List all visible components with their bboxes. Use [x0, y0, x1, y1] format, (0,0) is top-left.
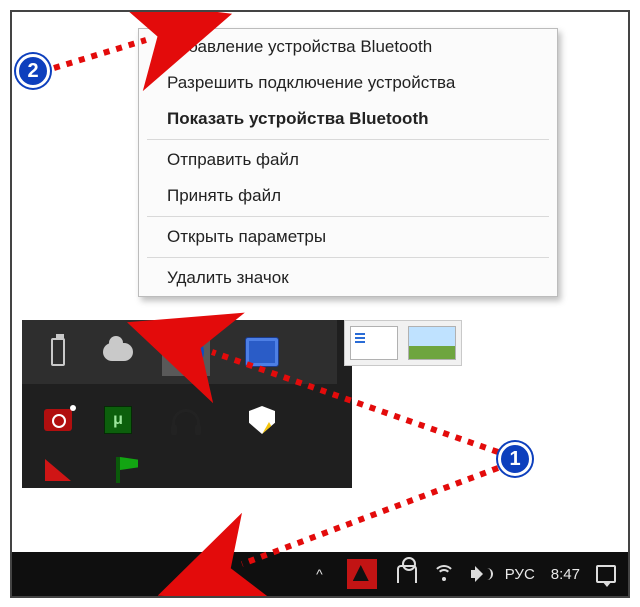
menu-allow-connection[interactable]: Разрешить подключение устройства [139, 65, 557, 101]
headphones-icon [172, 409, 200, 431]
annotation-badge-2: 2 [16, 54, 50, 88]
chip-icon [245, 337, 279, 367]
tray-utorrent-icon[interactable]: μ [94, 396, 142, 444]
menu-show-bluetooth-devices[interactable]: Показать устройства Bluetooth [139, 101, 557, 137]
tray-bluetooth-icon[interactable]: ฿ [162, 328, 210, 376]
tray-bandicam-icon[interactable] [34, 396, 82, 444]
tray-onedrive-icon[interactable] [94, 328, 142, 376]
notification-icon [596, 565, 616, 583]
menu-separator [147, 257, 549, 258]
taskbar-clock[interactable]: 8:47 [543, 552, 588, 596]
system-tray-overflow: ฿ μ [22, 320, 352, 488]
utorrent-icon: μ [104, 406, 132, 434]
red-app-icon [347, 559, 377, 589]
tray-flag-icon[interactable] [94, 446, 142, 494]
tray-overflow-chevron[interactable]: ^ [304, 552, 335, 596]
chevron-up-icon: ^ [316, 566, 323, 582]
camera-icon [44, 409, 72, 431]
tray-usb-icon[interactable] [34, 328, 82, 376]
triangle-icon [45, 459, 71, 481]
tray-defender-icon[interactable] [238, 396, 286, 444]
thumbnail-1[interactable] [350, 326, 398, 360]
taskbar: ^ РУС 8:47 [12, 552, 628, 596]
menu-receive-file[interactable]: Принять файл [139, 178, 557, 214]
cloud-icon [103, 343, 133, 361]
tray-antivirus-icon[interactable] [34, 446, 82, 494]
taskbar-language[interactable]: РУС [497, 552, 543, 596]
taskbar-action-center[interactable] [588, 552, 624, 596]
tray-intel-graphics-icon[interactable] [238, 328, 286, 376]
tray-headphones-icon[interactable] [162, 396, 210, 444]
menu-separator [147, 216, 549, 217]
taskbar-thumbnails [344, 320, 462, 366]
flag-icon [116, 457, 120, 483]
bluetooth-context-menu: Добавление устройства Bluetooth Разрешит… [138, 28, 558, 297]
annotation-badge-1: 1 [498, 442, 532, 476]
people-icon [397, 565, 417, 583]
menu-send-file[interactable]: Отправить файл [139, 142, 557, 178]
menu-add-bluetooth-device[interactable]: Добавление устройства Bluetooth [139, 29, 557, 65]
wifi-icon [433, 565, 455, 583]
menu-open-settings[interactable]: Открыть параметры [139, 219, 557, 255]
menu-separator [147, 139, 549, 140]
screenshot-frame: Добавление устройства Bluetooth Разрешит… [10, 10, 630, 598]
taskbar-volume-icon[interactable] [463, 552, 497, 596]
shield-warning-icon [249, 406, 275, 434]
usb-icon [51, 338, 65, 366]
speaker-icon [471, 566, 489, 582]
taskbar-wifi-icon[interactable] [425, 552, 463, 596]
taskbar-app-icon[interactable] [335, 552, 389, 596]
bluetooth-icon: ฿ [168, 334, 204, 370]
menu-remove-icon[interactable]: Удалить значок [139, 260, 557, 296]
thumbnail-2[interactable] [408, 326, 456, 360]
taskbar-people-icon[interactable] [389, 552, 425, 596]
